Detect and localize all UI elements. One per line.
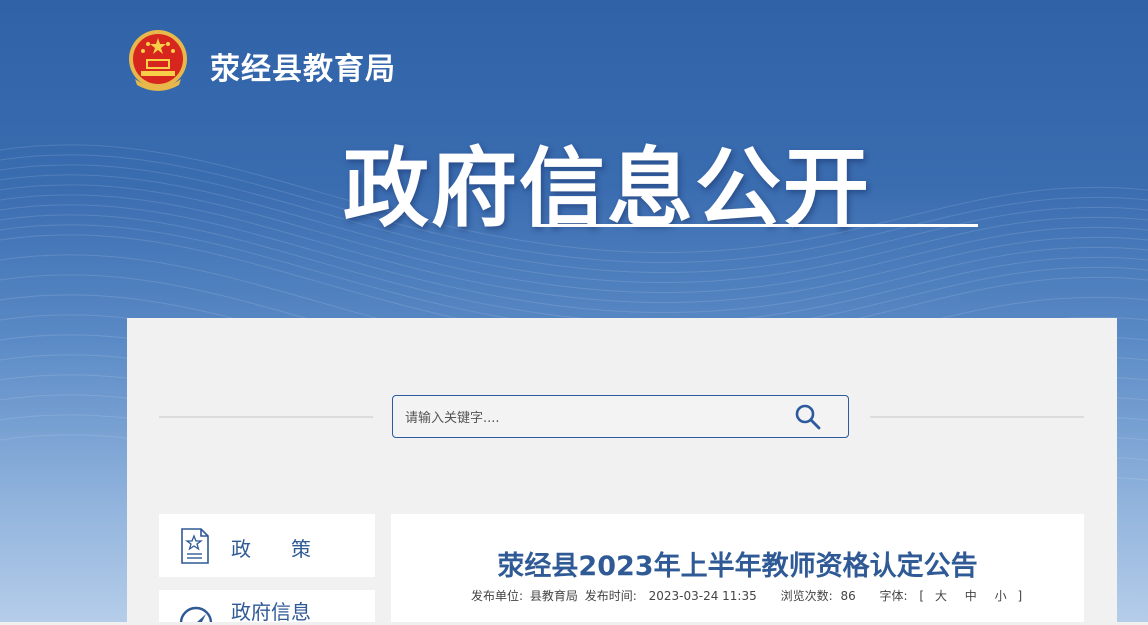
sidebar-item-label: 政府信息: [231, 600, 311, 624]
article-meta: 发布单位: 县教育局 发布时间: 2023-03-24 11:35 浏览次数: …: [471, 587, 1022, 604]
font-size-label: 字体:: [879, 589, 908, 603]
compass-icon: [179, 606, 213, 622]
national-emblem-icon: [129, 30, 187, 91]
title-underline: [538, 224, 978, 227]
publish-time-label: 发布时间:: [584, 589, 637, 603]
sidebar-item-label: 政 策: [231, 537, 311, 561]
publish-time-value: 2023-03-24 11:35: [648, 589, 757, 603]
bracket-open: [: [919, 589, 925, 603]
search-box: [392, 395, 849, 438]
publisher-value: 县教育局: [529, 589, 578, 603]
bracket-close: ]: [1017, 589, 1023, 603]
sidebar-item-policy[interactable]: 政 策: [159, 514, 375, 577]
agency-name: 荥经县教育局: [210, 52, 396, 87]
article-title: 荥经县2023年上半年教师资格认定公告: [497, 551, 978, 582]
views-count: 86: [840, 589, 856, 603]
search-divider-right: [870, 416, 1084, 418]
font-large-button[interactable]: 大: [928, 587, 954, 604]
publisher-label: 发布单位:: [471, 589, 524, 603]
search-input[interactable]: [403, 404, 787, 432]
font-small-button[interactable]: 小: [988, 587, 1014, 604]
font-medium-button[interactable]: 中: [958, 587, 984, 604]
views-label: 浏览次数:: [780, 589, 833, 603]
sidebar-item-government-info[interactable]: 政府信息: [159, 590, 375, 624]
document-star-icon: [181, 528, 209, 564]
search-icon[interactable]: [793, 402, 823, 432]
article-card: 荥经县2023年上半年教师资格认定公告 发布单位: 县教育局 发布时间: 202…: [391, 514, 1084, 622]
search-divider-left: [159, 416, 373, 418]
